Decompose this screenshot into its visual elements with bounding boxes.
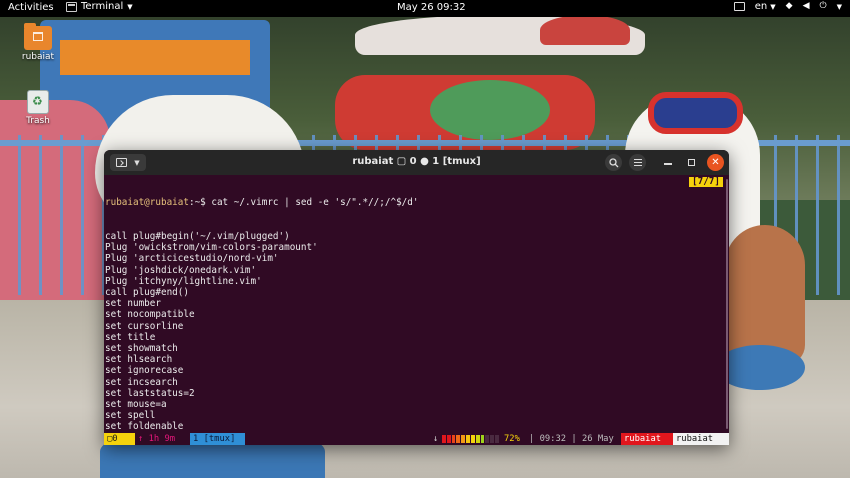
load-meter-segment (495, 435, 500, 443)
output-line: set incsearch (105, 376, 178, 388)
trash-icon (27, 90, 49, 114)
prompt-user: rubaiat@rubaiat (105, 197, 189, 209)
output-line: set ignorecase (105, 365, 184, 377)
output-line: call plug#end() (105, 287, 189, 299)
tmux-load-percent: 72% (504, 434, 520, 444)
wifi-icon[interactable]: ◆ (786, 2, 793, 11)
maximize-icon (688, 159, 695, 166)
prompt-line: rubaiat@rubaiat:~$ cat ~/.vimrc | sed -e… (105, 197, 729, 208)
output-line: call plug#begin('~/.vim/plugged') (105, 231, 290, 243)
output-line: set hlsearch (105, 354, 173, 366)
desktop-icon-label: rubaiat (21, 52, 55, 62)
volume-icon[interactable]: ◀ (803, 2, 810, 11)
tmux-uptime: ↑ 1h 9m (135, 433, 187, 445)
output-line: set nocompatible (105, 309, 195, 321)
command-text: cat ~/.vimrc | sed -e 's/".*//;/^$/d' (211, 197, 419, 209)
minimize-icon (663, 163, 672, 165)
output-line: Plug 'owickstrom/vim-colors-paramount' (105, 242, 318, 254)
terminal-window[interactable]: ▼ rubaiat ▢ 0 ● 1 [tmux] ✕ rubaiat@rubai… (104, 150, 729, 445)
output-line: Plug 'joshdick/onedark.vim' (105, 264, 257, 276)
chevron-down-icon[interactable]: ▼ (837, 3, 842, 11)
minimize-button[interactable] (659, 154, 676, 171)
output-line: set mouse=a (105, 399, 167, 411)
tmux-clock: | 09:32 | 26 May (529, 434, 614, 444)
tmux-load-meter (442, 435, 500, 443)
prompt-path: :~$ (188, 197, 212, 209)
tmux-hostname: rubaiat (621, 433, 673, 445)
hamburger-icon (633, 157, 642, 168)
chevron-down-icon: ▼ (127, 2, 133, 11)
scrollbar[interactable] (724, 175, 729, 435)
menu-button[interactable] (629, 154, 646, 171)
desktop-icon-home[interactable]: rubaiat (12, 23, 64, 62)
chevron-down-icon: ▼ (770, 2, 776, 11)
terminal-output[interactable]: rubaiat@rubaiat:~$ cat ~/.vimrc | sed -e… (104, 175, 729, 445)
output-line: set showmatch (105, 343, 178, 355)
scrollbar-thumb[interactable] (726, 179, 728, 429)
output-lines: call plug#begin('~/.vim/plugged') Plug 'o… (105, 231, 729, 445)
app-menu[interactable]: Terminal ▼ (66, 1, 133, 12)
maximize-button[interactable] (683, 154, 700, 171)
output-line: set number (105, 298, 161, 310)
top-bar: Activities Terminal ▼ May 26 09:32 en ▼ … (0, 0, 850, 17)
input-source-menu[interactable]: en ▼ (755, 1, 776, 12)
system-tray[interactable]: en ▼ ◆ ◀ ⏻ ▼ (733, 1, 842, 12)
pager-position-badge: [7/7] (689, 177, 723, 187)
screen-indicator-icon[interactable] (733, 2, 745, 11)
output-line: set cursorline (105, 320, 184, 332)
desktop-icon-trash[interactable]: Trash (12, 90, 64, 126)
terminal-titlebar[interactable]: ▼ rubaiat ▢ 0 ● 1 [tmux] ✕ (104, 150, 729, 175)
output-line: set title (105, 331, 156, 343)
terminal-app-icon (66, 1, 77, 12)
search-icon (608, 157, 618, 167)
close-button[interactable]: ✕ (707, 154, 724, 171)
tmux-hostname-alt: rubaiat (673, 433, 729, 445)
tmux-session: ▢0 (104, 433, 135, 445)
activities-button[interactable]: Activities (8, 2, 54, 13)
search-button[interactable] (605, 154, 622, 171)
app-menu-label: Terminal (81, 1, 124, 12)
output-line: set spell (105, 410, 156, 422)
close-icon: ✕ (711, 157, 720, 168)
power-icon[interactable]: ⏻ (819, 2, 826, 11)
desktop-icon-label: Trash (26, 116, 50, 126)
home-folder-icon (24, 23, 52, 50)
output-line: set laststatus=2 (105, 387, 195, 399)
tmux-window-tab[interactable]: 1 [tmux] (190, 433, 245, 445)
tmux-status-bar: ▢0 ↑ 1h 9m 1 [tmux] ↓ 72% | 09:32 | 26 M… (104, 433, 729, 445)
output-line: Plug 'itchyny/lightline.vim' (105, 275, 262, 287)
tmux-arrow: ↓ (433, 434, 439, 444)
output-line: set foldenable (105, 421, 184, 433)
input-source-label: en (754, 1, 768, 12)
clock[interactable]: May 26 09:32 (397, 2, 466, 13)
output-line: Plug 'arcticicestudio/nord-vim' (105, 253, 279, 265)
